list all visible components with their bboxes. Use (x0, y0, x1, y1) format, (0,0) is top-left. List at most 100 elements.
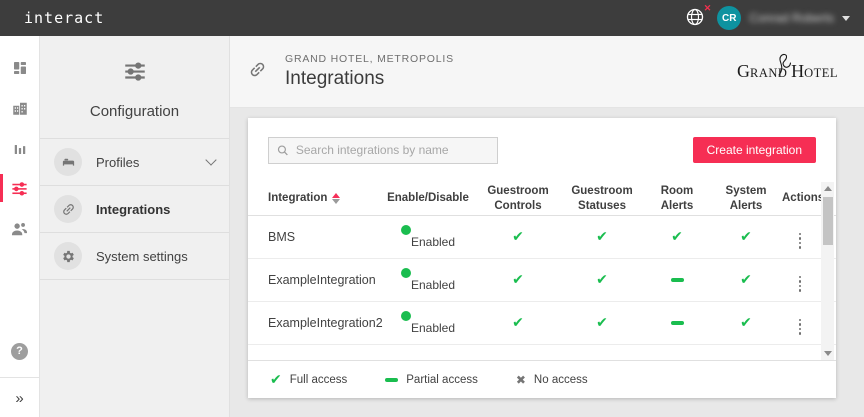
status-label: Enabled (410, 321, 456, 335)
table-row: BMS Enabled ✔ ✔ ✔ ✔ (248, 216, 836, 259)
content-area: Create integration Integration Enable/ (230, 108, 864, 417)
search-icon (277, 144, 288, 155)
configuration-icon (12, 181, 27, 196)
main-area: GRAND HOTEL, METROPOLIS Integrations GRA… (230, 36, 864, 417)
column-header-integration[interactable]: Integration (268, 191, 380, 205)
globe-icon (687, 8, 704, 26)
check-icon: ✔ (270, 371, 282, 388)
integrations-table: Integration Enable/Disable Guestroom Con… (248, 182, 836, 360)
bed-icon (54, 148, 82, 176)
search-input[interactable] (295, 143, 489, 157)
access-cell: ✔ (512, 229, 524, 245)
enable-toggle[interactable]: Enabled (400, 225, 455, 249)
help-button[interactable]: ? (0, 331, 40, 371)
secondary-sidebar: Configuration Profiles Integrations Syst… (40, 36, 230, 417)
access-cell: ✔ (596, 229, 608, 245)
interact-logo: interact (24, 9, 105, 27)
user-name: Conrad Roberts (749, 11, 834, 25)
enable-toggle[interactable]: Enabled (400, 311, 456, 335)
access-cell: ✔ (671, 229, 683, 245)
sidebar-item-properties[interactable] (0, 88, 40, 128)
column-header-system-alerts: System Alerts (725, 185, 767, 212)
column-header-guestroom-statuses: Guestroom Statuses (571, 185, 633, 212)
link-icon (248, 60, 267, 84)
scroll-up-button[interactable] (821, 182, 834, 195)
create-integration-button[interactable]: Create integration (692, 137, 816, 163)
secondary-sidebar-header: Configuration (40, 36, 229, 139)
table-row: ExampleIntegration Enabled ✔ ✔ ✔ (248, 259, 836, 302)
primary-sidebar: ? » (0, 36, 40, 417)
configuration-icon (124, 62, 145, 81)
chevron-down-icon (205, 154, 217, 166)
topbar: interact ✕ CR Conrad Roberts (0, 0, 864, 36)
access-cell (644, 271, 710, 289)
expand-sidebar-button[interactable]: » (15, 384, 23, 417)
globe-alert-badge: ✕ (703, 3, 712, 13)
status-label: Enabled (410, 278, 456, 292)
help-icon: ? (11, 342, 28, 360)
status-dot (400, 225, 411, 235)
hotel-brand-logo: GRAND HOTEL (737, 53, 838, 82)
sidebar-item-system-settings[interactable]: System settings (40, 233, 229, 280)
integration-name: ExampleIntegration2 (268, 316, 383, 330)
chevron-down-icon (842, 15, 850, 21)
column-header-actions: Actions (782, 192, 825, 205)
legend-item-no: ✖ No access (515, 372, 588, 387)
x-icon: ✖ (515, 372, 526, 387)
scrollbar-thumb[interactable] (822, 197, 833, 245)
sidebar-item-label: Profiles (96, 154, 140, 170)
integrations-card: Create integration Integration Enable/ (248, 118, 836, 398)
scrollbar-track[interactable] (821, 195, 834, 347)
table-scrollbar[interactable] (821, 182, 834, 360)
link-icon (54, 195, 82, 223)
users-icon (11, 222, 28, 235)
access-cell: ✔ (740, 272, 752, 288)
sidebar-item-analytics[interactable] (0, 128, 40, 168)
access-cell: ✔ (740, 315, 752, 331)
sidebar-item-dashboard[interactable] (0, 48, 40, 88)
table-header-row: Integration Enable/Disable Guestroom Con… (248, 182, 836, 216)
table-row: ExampleIntegration2 Enabled ✔ ✔ ✔ (248, 302, 836, 345)
status-dot (400, 268, 411, 278)
dashboard-icon (13, 62, 26, 74)
legend-item-full: ✔ Full access (270, 371, 348, 388)
triangle-down-icon (823, 351, 832, 356)
integration-name: BMS (268, 230, 296, 244)
language-globe-button[interactable]: ✕ (685, 4, 711, 29)
row-actions-menu-icon[interactable] (796, 273, 805, 295)
access-legend: ✔ Full access Partial access ✖ No access (248, 360, 836, 398)
user-menu[interactable]: CR Conrad Roberts (717, 6, 850, 30)
sidebar-item-profiles[interactable]: Profiles (40, 139, 229, 186)
card-toolbar: Create integration (248, 118, 836, 182)
column-header-enable-disable: Enable/Disable (387, 192, 469, 205)
collapse-icon: » (15, 390, 24, 407)
sidebar-item-integrations[interactable]: Integrations (40, 186, 229, 233)
scroll-down-button[interactable] (821, 347, 834, 360)
column-header-guestroom-controls: Guestroom Controls (487, 185, 549, 212)
sidebar-item-label: System settings (96, 248, 188, 264)
app-window: interact ✕ CR Conrad Roberts ? » Configu… (0, 0, 864, 417)
page-header: GRAND HOTEL, METROPOLIS Integrations GRA… (230, 36, 864, 108)
dash-icon (385, 377, 399, 382)
access-cell: ✔ (512, 272, 524, 288)
breadcrumb: GRAND HOTEL, METROPOLIS (285, 53, 454, 65)
page-title: Integrations (285, 68, 385, 89)
row-actions-menu-icon[interactable] (796, 316, 805, 338)
row-actions-menu-icon[interactable] (796, 230, 805, 252)
access-cell (644, 314, 710, 332)
integration-name: ExampleIntegration (268, 273, 376, 287)
sidebar-item-configuration[interactable] (0, 168, 40, 208)
hotel-icon (12, 102, 27, 115)
triangle-up-icon (823, 186, 832, 191)
brand-flourish-icon (778, 53, 792, 76)
analytics-icon (14, 145, 25, 154)
search-box (268, 136, 498, 164)
access-cell: ✔ (512, 315, 524, 331)
legend-item-partial: Partial access (385, 374, 478, 386)
gear-icon (54, 242, 82, 270)
enable-toggle[interactable]: Enabled (400, 268, 456, 292)
sidebar-item-users[interactable] (0, 208, 40, 248)
secondary-sidebar-title: Configuration (89, 103, 180, 120)
access-cell: ✔ (740, 229, 752, 245)
status-dot (400, 311, 411, 321)
